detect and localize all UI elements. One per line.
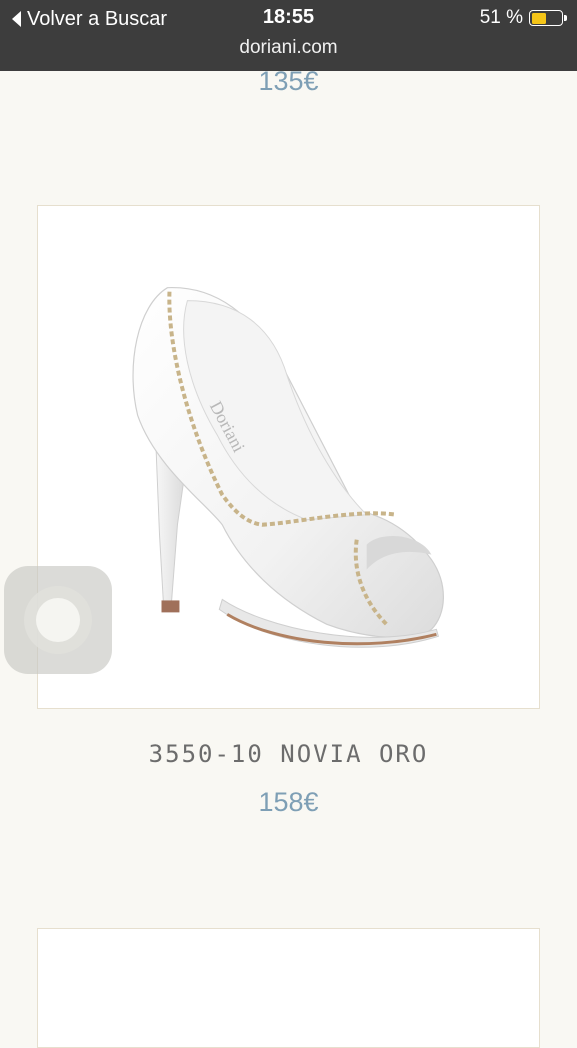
battery-icon	[529, 10, 567, 26]
previous-product-price: 135€	[258, 66, 319, 96]
status-bar: Volver a Buscar 18:55 51 % doriani.com	[0, 0, 577, 71]
product-price: 158€	[258, 787, 319, 817]
product-name[interactable]: 3550-10 NOVIA ORO	[0, 740, 577, 768]
product-card-next[interactable]	[37, 928, 540, 1048]
assistive-touch-icon	[24, 586, 92, 654]
back-to-search-link[interactable]: Volver a Buscar	[10, 6, 167, 32]
url-label[interactable]: doriani.com	[0, 37, 577, 59]
back-label: Volver a Buscar	[27, 7, 168, 30]
battery-indicator: 51 %	[480, 7, 567, 29]
product-card[interactable]: Doriani	[37, 205, 540, 709]
product-image[interactable]: Doriani	[38, 206, 539, 708]
back-chevron-icon	[12, 11, 21, 27]
assistive-touch-button[interactable]	[4, 566, 112, 674]
battery-percent: 51 %	[479, 7, 523, 28]
